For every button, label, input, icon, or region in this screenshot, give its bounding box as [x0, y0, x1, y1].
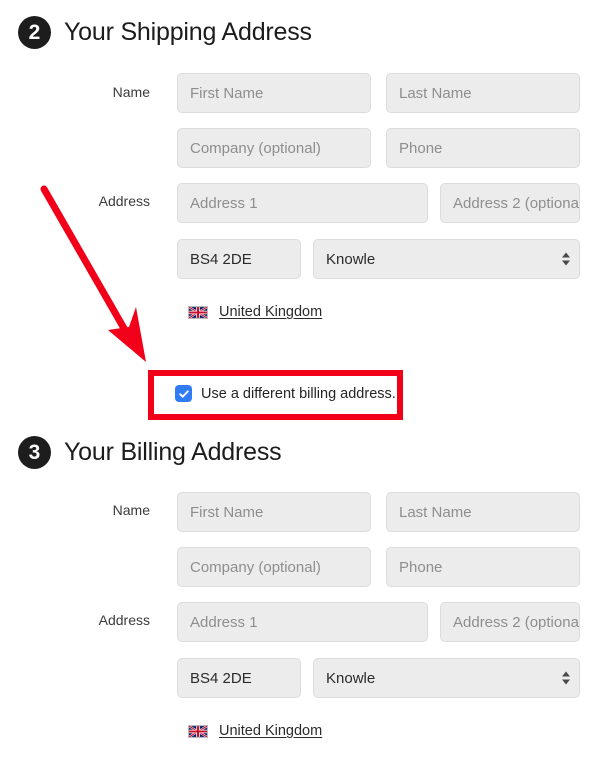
shipping-last-name-input[interactable]: Last Name: [386, 73, 580, 113]
billing-section-title: Your Billing Address: [64, 438, 282, 466]
uk-flag-icon: [188, 724, 208, 738]
use-different-billing-address-checkbox[interactable]: [175, 385, 192, 402]
shipping-address2-input[interactable]: Address 2 (optional): [440, 183, 580, 223]
use-different-billing-address-label: Use a different billing address.: [201, 385, 396, 402]
billing-address2-input[interactable]: Address 2 (optional): [440, 602, 580, 642]
billing-city-select[interactable]: Knowle: [313, 658, 580, 698]
step-number-badge: 2: [18, 16, 51, 49]
billing-city-value: Knowle: [326, 669, 376, 687]
page-title: Your Shipping Address: [64, 18, 312, 46]
chevron-updown-icon: [562, 252, 570, 266]
shipping-address-label: Address: [98, 193, 150, 209]
uk-flag-icon: [188, 305, 208, 319]
shipping-city-select[interactable]: Knowle: [313, 239, 580, 279]
shipping-section-header: 2 Your Shipping Address: [18, 16, 312, 49]
shipping-country-link[interactable]: United Kingdom: [219, 304, 322, 320]
shipping-name-label: Name: [112, 84, 150, 100]
shipping-company-input[interactable]: Company (optional): [177, 128, 371, 168]
annotation-arrow: [40, 185, 146, 362]
checkmark-icon: [178, 389, 189, 398]
checkout-address-page: 2 Your Shipping Address Name First Name …: [0, 0, 607, 765]
billing-section-header: 3 Your Billing Address: [18, 436, 282, 469]
billing-last-name-input[interactable]: Last Name: [386, 492, 580, 532]
shipping-city-value: Knowle: [326, 250, 376, 268]
shipping-phone-input[interactable]: Phone: [386, 128, 580, 168]
billing-company-input[interactable]: Company (optional): [177, 547, 371, 587]
chevron-updown-icon: [562, 671, 570, 685]
billing-name-label: Name: [112, 502, 150, 518]
billing-first-name-input[interactable]: First Name: [177, 492, 371, 532]
billing-country-row[interactable]: United Kingdom: [188, 723, 322, 739]
billing-postcode-input[interactable]: BS4 2DE: [177, 658, 301, 698]
billing-phone-input[interactable]: Phone: [386, 547, 580, 587]
billing-address-label: Address: [98, 612, 150, 628]
step-number-badge: 3: [18, 436, 51, 469]
shipping-country-row[interactable]: United Kingdom: [188, 304, 322, 320]
billing-country-link[interactable]: United Kingdom: [219, 723, 322, 739]
billing-address1-input[interactable]: Address 1: [177, 602, 428, 642]
shipping-address1-input[interactable]: Address 1: [177, 183, 428, 223]
shipping-postcode-input[interactable]: BS4 2DE: [177, 239, 301, 279]
use-different-billing-address-row[interactable]: Use a different billing address.: [175, 385, 396, 402]
shipping-first-name-input[interactable]: First Name: [177, 73, 371, 113]
